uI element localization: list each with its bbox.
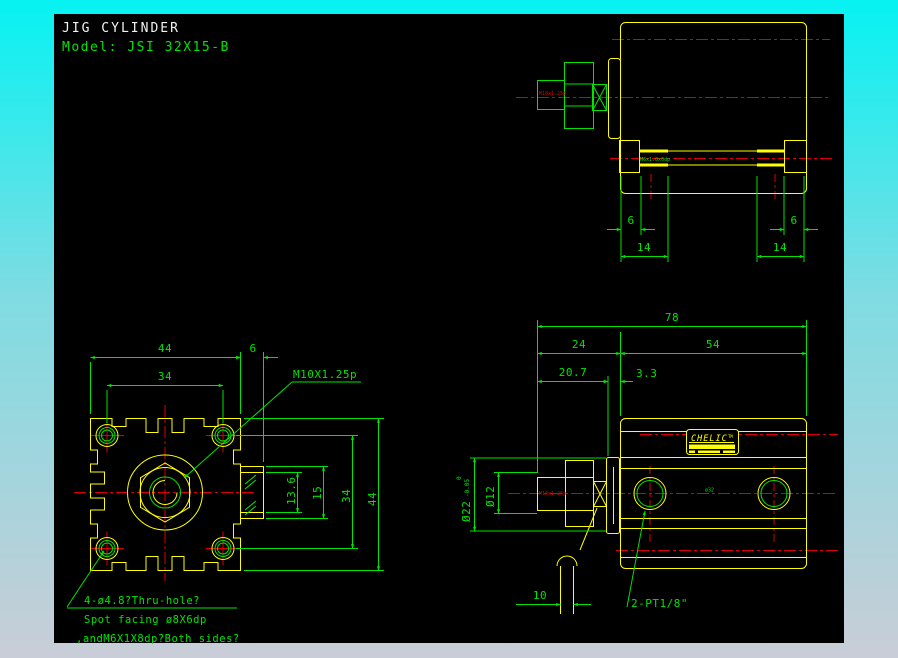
dim-10: 10 [533,589,547,602]
dim-13-6: 13.6 [285,477,298,506]
dim-14-left: 14 [637,241,651,254]
bore-label: ø32 [705,488,714,494]
dim-3-3: 3.3 [636,367,657,380]
dim-44-right: 44 [366,492,379,506]
dim-6-right: 6 [790,214,797,227]
dim-6-left: 6 [627,214,634,227]
front-thread-label: M10X1.25p [293,368,357,381]
dim-34-top: 34 [158,370,172,383]
port-label: 2-PT1/8" [631,597,688,610]
top-rod-thread-label: M10x1.25p [539,91,566,97]
brand-label: CHELIC TM [686,429,739,455]
dim-collar-dia: Ø22 [460,501,473,522]
dim-20-7: 20.7 [559,366,588,379]
note-spot-facing: Spot facing ø8X6dp [84,614,207,626]
dim-collar-tol-lower: -0.05 [464,479,471,497]
dim-6-rail: 6 [249,342,256,355]
brand-tm: TM [728,434,733,439]
model-label: Model: JSI 32X15-B [62,40,230,55]
side-rod-thread-label: M10x1.25p [539,491,566,497]
dim-54: 54 [706,338,720,351]
dim-14-right: 14 [773,241,787,254]
note-both-sides: ,andM6X1X8dp?Both sides? [76,633,240,645]
drawing-sheet [54,14,844,643]
dim-44-top: 44 [158,342,172,355]
brand-band [689,444,735,449]
dim-collar-tol-upper: 0 [456,476,463,480]
dim-15: 15 [311,486,324,500]
dim-78: 78 [665,311,679,324]
drawing-canvas[interactable]: JIG CYLINDER Model: JSI 32X15-B M10x1.25… [0,0,898,658]
dim-34-right: 34 [340,489,353,503]
dim-rod-dia: Ø12 [484,486,497,507]
note-thru-hole: 4-ø4.8?Thru-hole? [84,595,200,607]
rail-thread-label: M6x1.0x6dp [640,157,670,163]
dim-24: 24 [572,338,586,351]
drawing-title: JIG CYLINDER [62,21,180,36]
